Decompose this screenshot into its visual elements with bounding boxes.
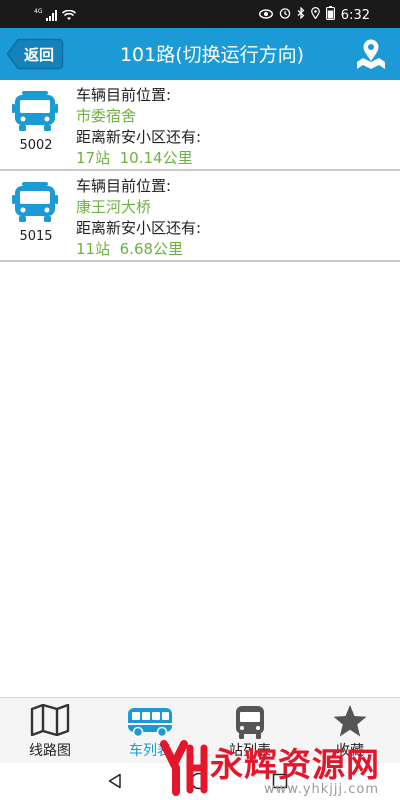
app-screen: 4G 6:32 返回 101路(切换运行方向) 5002 车辆目前位置: 市委宿… [0,0,400,800]
nav-route-map[interactable]: 线路图 [0,698,100,764]
page-title[interactable]: 101路(切换运行方向) [82,40,342,67]
network-type: 4G [34,8,43,15]
map-icon [30,703,70,740]
back-button[interactable]: 返回 [6,38,64,70]
stops-remaining: 17站 [76,149,111,167]
watermark-title: 永辉资源网 [210,745,380,784]
bus-number: 5015 [19,229,53,244]
clock-time: 6:32 [340,7,370,23]
battery-icon [325,6,335,24]
app-header: 返回 101路(切换运行方向) [0,28,400,80]
signal-icon [46,6,58,25]
nav-label: 线路图 [29,743,71,759]
status-left: 4G [34,6,77,25]
status-bar: 4G 6:32 [0,0,400,28]
distance-info: 17站 10.14公里 [76,148,201,169]
bus-icon [12,90,58,132]
bus-icon [127,704,173,742]
wifi-icon [62,6,77,25]
eye-icon [258,8,273,23]
position-label: 车辆目前位置: [76,177,172,195]
distance-info: 11站 6.68公里 [76,239,201,260]
distance-label: 距离新安小区还有: [76,219,202,237]
distance-remaining: 6.68公里 [119,240,184,258]
distance-remaining: 10.14公里 [119,149,193,167]
back-button-label: 返回 [24,46,55,64]
bus-info: 车辆目前位置: 康王河大桥 距离新安小区还有: 11站 6.68公里 [76,176,201,260]
current-position: 康王河大桥 [76,198,152,216]
star-icon [332,704,368,742]
bus-list: 5002 车辆目前位置: 市委宿舍 距离新安小区还有: 17站 10.14公里 [0,80,400,262]
bus-icon [12,181,58,223]
bus-number: 5002 [19,138,53,153]
bus-list-item[interactable]: 5015 车辆目前位置: 康王河大桥 距离新安小区还有: 11站 6.68公里 [0,171,400,262]
watermark-logo-icon [160,740,208,800]
bus-list-item[interactable]: 5002 车辆目前位置: 市委宿舍 距离新安小区还有: 17站 10.14公里 [0,80,400,171]
watermark-url: www.yhkjjj.com [264,782,380,797]
current-position: 市委宿舍 [76,107,137,125]
stops-remaining: 11站 [76,240,111,258]
map-pin-icon[interactable] [354,37,388,71]
system-back-icon[interactable] [107,773,123,793]
position-label: 车辆目前位置: [76,86,172,104]
alarm-icon [279,7,291,23]
watermark: 永辉资源网 www.yhkjjj.com [160,738,396,800]
location-icon [310,7,320,23]
bus-info: 车辆目前位置: 市委宿舍 距离新安小区还有: 17站 10.14公里 [76,85,201,169]
status-right: 6:32 [258,6,370,24]
bluetooth-icon [297,6,305,23]
distance-label: 距离新安小区还有: [76,128,202,146]
